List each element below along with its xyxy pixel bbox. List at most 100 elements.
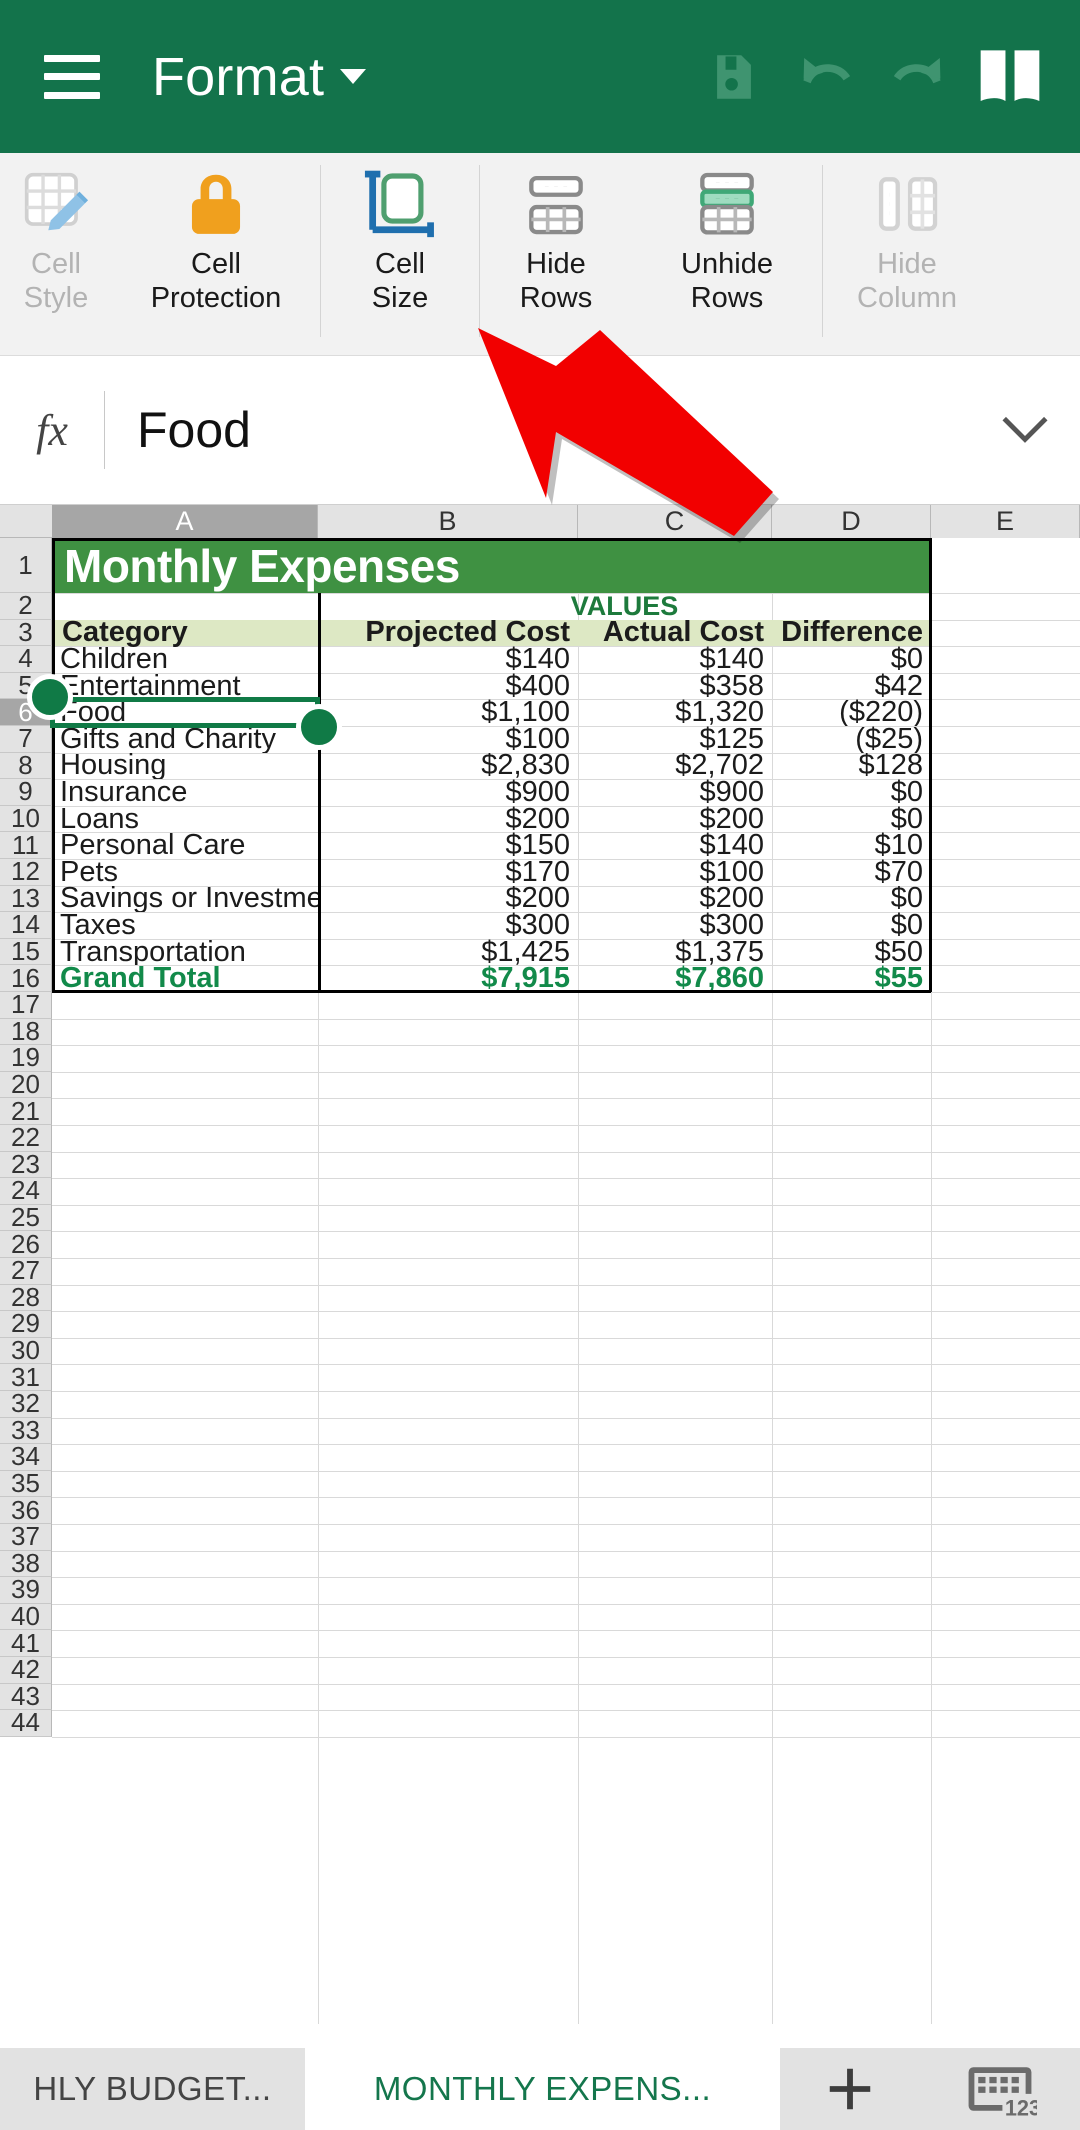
cell-b12-projected[interactable]: $170 <box>318 859 578 886</box>
cell-c5-actual[interactable]: $358 <box>578 673 772 700</box>
cell-b10-projected[interactable]: $200 <box>318 806 578 833</box>
column-header-e[interactable]: E <box>931 505 1080 538</box>
row-header-2[interactable]: 2 <box>0 590 52 620</box>
cell-d5-difference[interactable]: $42 <box>772 673 931 700</box>
cell-d11-difference[interactable]: $10 <box>772 832 931 859</box>
cell-b15-projected[interactable]: $1,425 <box>318 939 578 966</box>
row-header-24[interactable]: 24 <box>0 1175 52 1205</box>
row-header-20[interactable]: 20 <box>0 1069 52 1099</box>
cell-a11-category[interactable]: Personal Care <box>52 832 318 859</box>
cell-c16-actual[interactable]: $7,860 <box>578 965 772 992</box>
cell-a7-category[interactable]: Gifts and Charity <box>52 726 318 753</box>
row-header-22[interactable]: 22 <box>0 1122 52 1152</box>
row-header-44[interactable]: 44 <box>0 1707 52 1737</box>
column-header-a[interactable]: A <box>52 505 318 538</box>
cell-d8-difference[interactable]: $128 <box>772 753 931 780</box>
fx-icon[interactable]: fx <box>0 405 104 456</box>
row-header-29[interactable]: 29 <box>0 1308 52 1338</box>
cell-a16-category[interactable]: Grand Total <box>52 965 318 992</box>
cell-b16-projected[interactable]: $7,915 <box>318 965 578 992</box>
cell-b9-projected[interactable]: $900 <box>318 779 578 806</box>
column-header-c[interactable]: C <box>578 505 772 538</box>
cell-d9-difference[interactable]: $0 <box>772 779 931 806</box>
formula-expand-button[interactable] <box>970 413 1080 447</box>
cell-c8-actual[interactable]: $2,702 <box>578 753 772 780</box>
cell-d4-difference[interactable]: $0 <box>772 646 931 673</box>
row-header-10[interactable]: 10 <box>0 803 52 833</box>
row-header-43[interactable]: 43 <box>0 1681 52 1711</box>
row-header-31[interactable]: 31 <box>0 1362 52 1392</box>
cell-a1-title[interactable]: Monthly Expenses <box>52 538 931 593</box>
row-header-36[interactable]: 36 <box>0 1495 52 1525</box>
cell-d14-difference[interactable]: $0 <box>772 912 931 939</box>
row-header-9[interactable]: 9 <box>0 776 52 806</box>
cell-c12-actual[interactable]: $100 <box>578 859 772 886</box>
reading-view-button[interactable] <box>964 31 1056 123</box>
row-header-27[interactable]: 27 <box>0 1255 52 1285</box>
cell-c4-actual[interactable]: $140 <box>578 646 772 673</box>
hamburger-menu-icon[interactable] <box>44 54 100 99</box>
row-header-37[interactable]: 37 <box>0 1521 52 1551</box>
row-header-4[interactable]: 4 <box>0 643 52 673</box>
row-header-30[interactable]: 30 <box>0 1335 52 1365</box>
cell-selection-rectangle[interactable] <box>50 697 320 728</box>
cell-b14-projected[interactable]: $300 <box>318 912 578 939</box>
cell-c7-actual[interactable]: $125 <box>578 726 772 753</box>
row-header-28[interactable]: 28 <box>0 1282 52 1312</box>
row-header-33[interactable]: 33 <box>0 1415 52 1445</box>
cell-a14-category[interactable]: Taxes <box>52 912 318 939</box>
header-cell-projected-cost[interactable]: Projected Cost <box>318 616 578 648</box>
cell-b11-projected[interactable]: $150 <box>318 832 578 859</box>
ribbon-item-cell-size[interactable]: Cell Size <box>321 153 479 328</box>
column-header-b[interactable]: B <box>318 505 578 538</box>
cell-c9-actual[interactable]: $900 <box>578 779 772 806</box>
sheet-tab-monthly-budget[interactable]: HLY BUDGET... <box>0 2048 305 2130</box>
cell-a4-category[interactable]: Children <box>52 646 318 673</box>
header-cell-category[interactable]: Category <box>52 616 318 648</box>
row-header-1[interactable]: 1 <box>0 538 52 593</box>
row-header-17[interactable]: 17 <box>0 989 52 1019</box>
row-header-11[interactable]: 11 <box>0 830 52 860</box>
ribbon-item-unhide-rows[interactable]: Unhide Rows <box>632 153 822 328</box>
row-header-25[interactable]: 25 <box>0 1202 52 1232</box>
save-button[interactable] <box>688 31 780 123</box>
cell-d13-difference[interactable]: $0 <box>772 886 931 913</box>
header-cell-difference[interactable]: Difference <box>772 616 931 648</box>
cell-a9-category[interactable]: Insurance <box>52 779 318 806</box>
sheet-tab-monthly-expenses[interactable]: MONTHLY EXPENS... <box>305 2048 780 2130</box>
ribbon-item-hide-rows[interactable]: Hide Rows <box>480 153 632 328</box>
cell-a13-category[interactable]: Savings or Investments <box>52 886 318 913</box>
cell-b5-projected[interactable]: $400 <box>318 673 578 700</box>
cell-a8-category[interactable]: Housing <box>52 753 318 780</box>
cell-b8-projected[interactable]: $2,830 <box>318 753 578 780</box>
selection-handle-bottom-right[interactable] <box>296 704 342 750</box>
cell-d10-difference[interactable]: $0 <box>772 806 931 833</box>
cell-d16-difference[interactable]: $55 <box>772 965 931 992</box>
cell-b13-projected[interactable]: $200 <box>318 886 578 913</box>
cell-b4-projected[interactable]: $140 <box>318 646 578 673</box>
cell-d7-difference[interactable]: ($25) <box>772 726 931 753</box>
format-menu-button[interactable]: Format <box>100 50 367 104</box>
cell-d15-difference[interactable]: $50 <box>772 939 931 966</box>
cell-c15-actual[interactable]: $1,375 <box>578 939 772 966</box>
cell-b6-projected[interactable]: $1,100 <box>318 699 578 726</box>
ribbon-item-cell-style[interactable]: Cell Style <box>0 153 112 328</box>
cell-a12-category[interactable]: Pets <box>52 859 318 886</box>
cell-c6-actual[interactable]: $1,320 <box>578 699 772 726</box>
row-header-39[interactable]: 39 <box>0 1574 52 1604</box>
cell-c13-actual[interactable]: $200 <box>578 886 772 913</box>
row-header-38[interactable]: 38 <box>0 1548 52 1578</box>
cell-c11-actual[interactable]: $140 <box>578 832 772 859</box>
row-header-40[interactable]: 40 <box>0 1601 52 1631</box>
row-header-18[interactable]: 18 <box>0 1016 52 1046</box>
row-header-23[interactable]: 23 <box>0 1149 52 1179</box>
cell-d6-difference[interactable]: ($220) <box>772 699 931 726</box>
spreadsheet-grid[interactable]: ABCDE 1 2 3 4 5 6 7 8 9 10 11 12 13 14 15 16 17 18 19 20 21 2… <box>0 505 1080 2024</box>
row-header-21[interactable]: 21 <box>0 1096 52 1126</box>
redo-button[interactable] <box>872 31 964 123</box>
undo-button[interactable] <box>780 31 872 123</box>
row-header-32[interactable]: 32 <box>0 1388 52 1418</box>
row-header-41[interactable]: 41 <box>0 1628 52 1658</box>
row-header-16[interactable]: 16 <box>0 963 52 993</box>
row-header-35[interactable]: 35 <box>0 1468 52 1498</box>
